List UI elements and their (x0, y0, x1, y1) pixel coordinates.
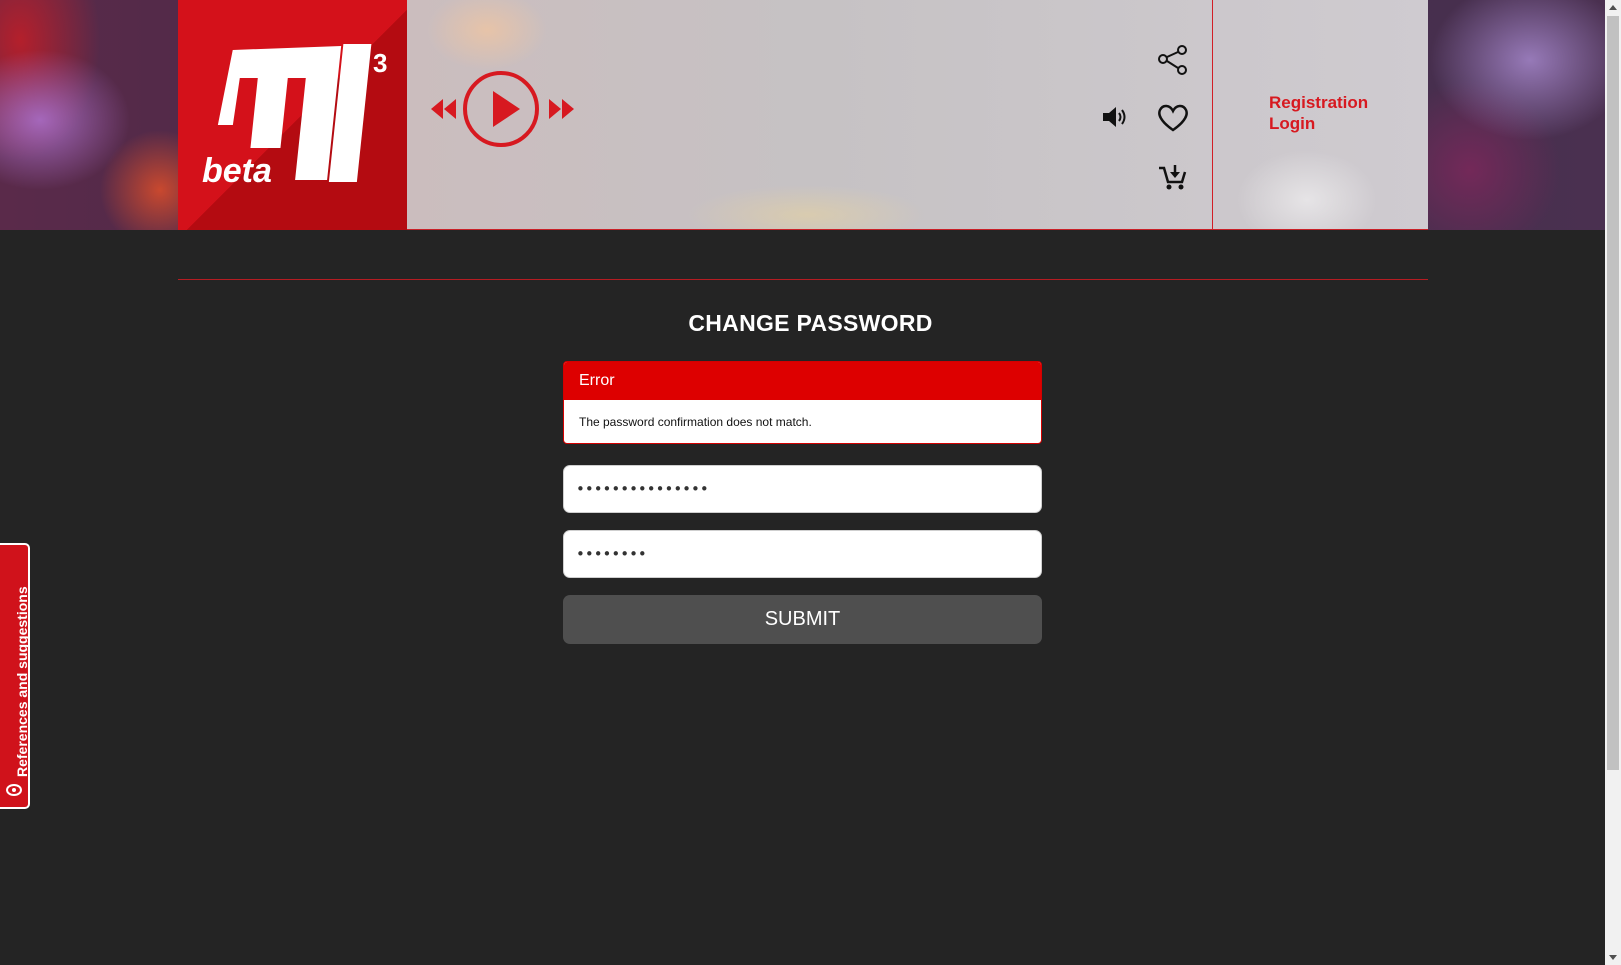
feedback-icon (6, 784, 22, 796)
scroll-up-icon[interactable] (1605, 0, 1621, 16)
logo-superscript: 3 (373, 48, 387, 78)
section-divider (178, 279, 1428, 280)
login-link[interactable]: Login (1269, 113, 1368, 134)
feedback-tab-label: References and suggestions (14, 586, 30, 777)
error-alert: Error The password confirmation does not… (563, 361, 1042, 444)
heart-icon[interactable] (1156, 103, 1190, 133)
audio-player (430, 70, 580, 150)
registration-link[interactable]: Registration (1269, 92, 1368, 113)
logo-text: beta (202, 152, 272, 190)
volume-icon[interactable] (1101, 105, 1129, 129)
submit-button[interactable]: SUBMIT (563, 595, 1042, 644)
scrollbar[interactable] (1605, 0, 1621, 965)
alert-message: The password confirmation does not match… (579, 415, 812, 429)
confirm-password-field[interactable] (563, 530, 1042, 578)
page-title: CHANGE PASSWORD (688, 310, 933, 336)
alert-title: Error (564, 362, 1041, 400)
new-password-field[interactable] (563, 465, 1042, 513)
fast-forward-icon[interactable] (548, 97, 576, 121)
add-to-cart-icon[interactable] (1157, 162, 1189, 192)
scroll-down-icon[interactable] (1605, 949, 1621, 965)
feedback-tab[interactable]: References and suggestions (0, 543, 30, 809)
auth-links: Registration Login (1269, 92, 1368, 134)
header-divider (1212, 0, 1213, 229)
site-logo[interactable]: 3 beta (178, 0, 407, 230)
logo-mark: 3 beta (202, 44, 387, 190)
share-icon[interactable] (1157, 44, 1189, 76)
scrollbar-thumb[interactable] (1607, 16, 1619, 770)
rewind-icon[interactable] (430, 97, 458, 121)
play-icon[interactable] (462, 70, 542, 150)
